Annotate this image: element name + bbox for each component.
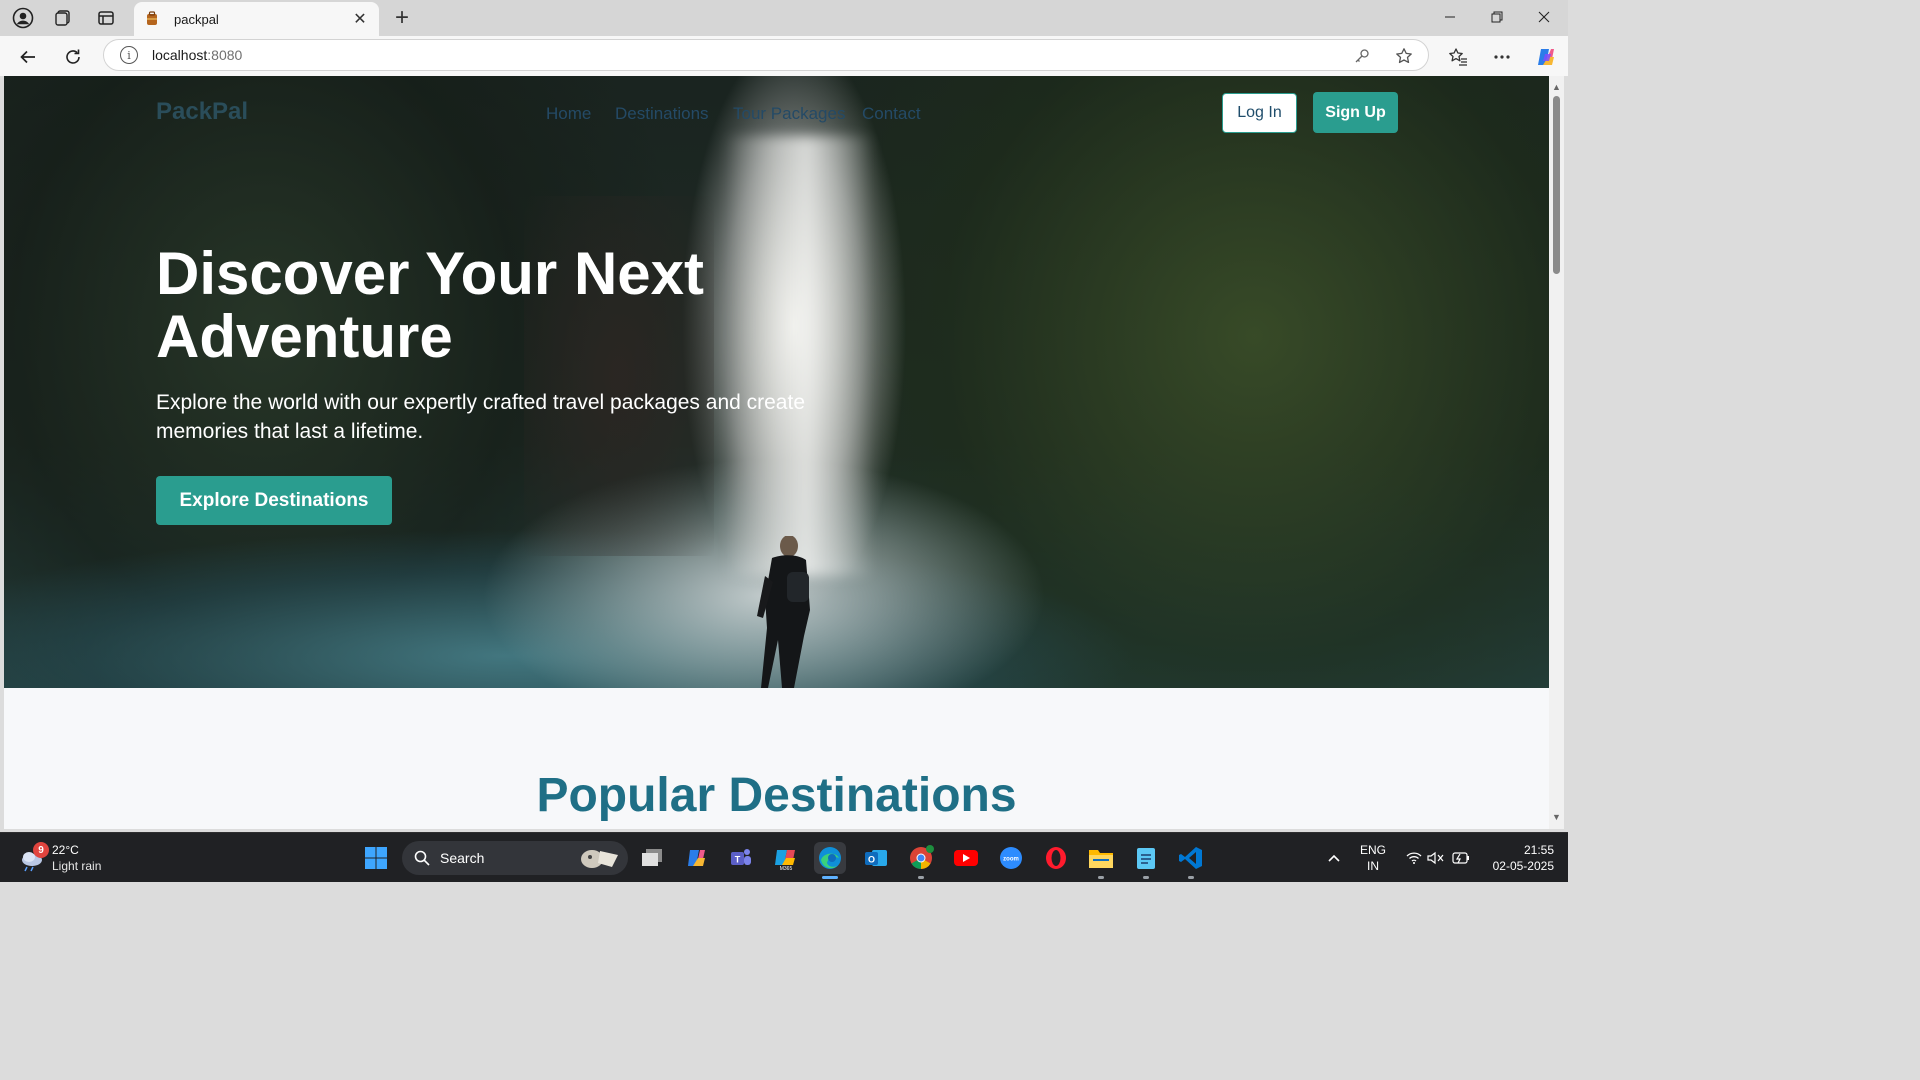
sidebar-icon[interactable] xyxy=(92,5,120,31)
show-hidden-icons-icon[interactable] xyxy=(1318,842,1350,874)
svg-text:M365: M365 xyxy=(780,866,793,871)
close-tab-icon[interactable]: ✕ xyxy=(351,10,369,28)
svg-text:T: T xyxy=(735,855,741,865)
minimize-icon[interactable] xyxy=(1427,0,1473,34)
nav-link-tour-packages[interactable]: Tour Packages xyxy=(733,104,845,124)
signup-button[interactable]: Sign Up xyxy=(1313,92,1398,133)
zoom-icon[interactable]: zoom xyxy=(995,842,1027,874)
search-icon xyxy=(414,850,430,866)
edge-icon[interactable] xyxy=(814,842,846,879)
windows-taskbar: 9 22°C Light rain Search T M365 O zoom E… xyxy=(0,832,1568,882)
star-icon[interactable] xyxy=(1391,45,1417,67)
copilot-app-icon[interactable] xyxy=(681,842,713,874)
clock[interactable]: 21:55 02-05-2025 xyxy=(1480,842,1554,874)
site-logo[interactable]: PackPal xyxy=(156,98,248,126)
weather-temperature: 22°C xyxy=(52,843,79,857)
chrome-running-indicator xyxy=(918,876,924,879)
page-scrollbar[interactable]: ▲ ▼ xyxy=(1549,76,1564,829)
restore-icon[interactable] xyxy=(1474,0,1520,34)
clock-time: 21:55 xyxy=(1523,843,1554,857)
scroll-up-arrow-icon[interactable]: ▲ xyxy=(1551,82,1562,94)
hero-person-image xyxy=(757,536,810,688)
vscode-icon[interactable] xyxy=(1175,842,1207,879)
m365-icon[interactable]: M365 xyxy=(770,842,802,874)
page-viewport: PackPal Home Destinations Tour Packages … xyxy=(4,76,1549,829)
battery-icon[interactable] xyxy=(1444,842,1476,874)
chrome-icon[interactable] xyxy=(905,842,937,879)
back-icon[interactable] xyxy=(13,42,43,72)
favorites-icon[interactable] xyxy=(1443,42,1473,72)
language-code: ENG xyxy=(1359,843,1386,857)
profile-icon[interactable] xyxy=(9,5,37,31)
hero-title: Discover Your Next Adventure xyxy=(156,240,704,370)
nav-link-contact[interactable]: Contact xyxy=(862,104,921,124)
svg-text:O: O xyxy=(868,855,875,865)
more-icon[interactable] xyxy=(1487,42,1517,72)
collections-icon[interactable] xyxy=(49,5,77,31)
refresh-icon[interactable] xyxy=(58,42,88,72)
nav-link-home[interactable]: Home xyxy=(546,104,591,124)
clock-date: 02-05-2025 xyxy=(1492,859,1554,873)
weather-badge: 9 xyxy=(33,842,49,858)
youtube-icon[interactable] xyxy=(950,842,982,874)
opera-icon[interactable] xyxy=(1040,842,1072,874)
packpal-favicon-icon xyxy=(147,11,157,25)
browser-tab-bar: packpal ✕ + xyxy=(0,0,1568,36)
region-code: IN xyxy=(1367,859,1379,873)
site-navbar: PackPal Home Destinations Tour Packages … xyxy=(4,76,1549,152)
popular-destinations-heading: Popular Destinations xyxy=(536,769,1017,822)
copilot-icon[interactable] xyxy=(1531,42,1561,72)
task-view-icon[interactable] xyxy=(636,842,668,874)
file-explorer-running-indicator xyxy=(1098,876,1104,879)
language-indicator[interactable]: ENG IN xyxy=(1356,842,1390,874)
info-icon[interactable]: i xyxy=(120,46,138,64)
edge-active-indicator xyxy=(822,876,838,879)
scroll-down-arrow-icon[interactable]: ▼ xyxy=(1551,812,1562,824)
notepad-running-indicator xyxy=(1143,876,1149,879)
windows-start-icon[interactable] xyxy=(364,846,388,870)
search-label: Search xyxy=(440,850,485,866)
url-host: localhost xyxy=(152,47,208,63)
close-window-icon[interactable] xyxy=(1521,0,1567,34)
svg-text:zoom: zoom xyxy=(1003,857,1019,863)
search-highlight-icon xyxy=(581,850,618,868)
notepad-icon[interactable] xyxy=(1130,842,1162,879)
weather-description: Light rain xyxy=(52,859,102,873)
outlook-icon[interactable]: O xyxy=(860,842,892,874)
file-explorer-icon[interactable] xyxy=(1085,842,1117,879)
explore-destinations-button[interactable]: Explore Destinations xyxy=(156,476,392,525)
teams-icon[interactable]: T xyxy=(725,842,757,874)
hero-section: PackPal Home Destinations Tour Packages … xyxy=(4,76,1549,688)
new-tab-icon[interactable]: + xyxy=(388,4,416,32)
url-port: :8080 xyxy=(207,47,243,63)
browser-tab[interactable]: packpal ✕ xyxy=(134,2,379,36)
vscode-running-indicator xyxy=(1188,876,1194,879)
nav-link-destinations[interactable]: Destinations xyxy=(615,104,709,124)
weather-widget[interactable]: 9 22°C Light rain xyxy=(18,841,128,877)
key-icon[interactable] xyxy=(1349,45,1375,67)
browser-address-bar: i localhost:8080 xyxy=(0,36,1568,76)
taskbar-search-box[interactable]: Search xyxy=(402,841,628,875)
scroll-thumb[interactable] xyxy=(1553,96,1560,274)
tab-title: packpal xyxy=(174,11,219,27)
url-field[interactable]: i localhost:8080 xyxy=(103,39,1429,71)
hero-subtitle: Explore the world with our expertly craf… xyxy=(156,391,806,443)
login-button[interactable]: Log In xyxy=(1222,93,1297,133)
